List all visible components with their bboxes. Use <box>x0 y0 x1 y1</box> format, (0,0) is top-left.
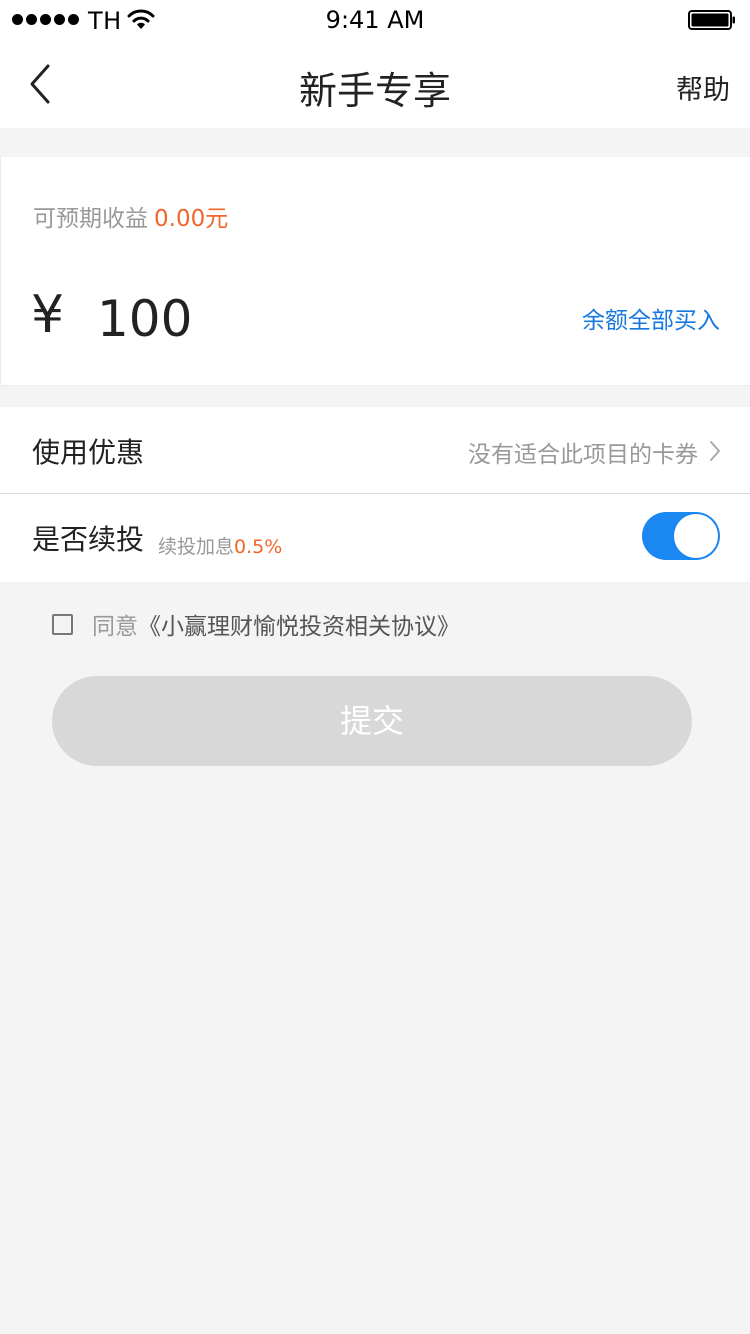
reinvest-row: 是否续投 续投加息0.5% <box>0 494 750 582</box>
status-time: 9:41 AM <box>325 6 425 34</box>
coupon-value: 没有适合此项目的卡券 <box>468 442 698 468</box>
agreement-row: 同意《小赢理财愉悦投资相关协议》 <box>52 607 732 643</box>
toggle-knob <box>674 514 718 558</box>
options-card: 使用优惠 没有适合此项目的卡券 是否续投 续投加息0.5% <box>0 407 750 582</box>
agreement-prefix: 同意 <box>92 614 138 640</box>
reinvest-label: 是否续投 <box>32 523 145 556</box>
currency-symbol: ¥ <box>31 285 65 345</box>
reinvest-bonus-note: 续投加息0.5% <box>158 532 282 559</box>
reinvest-bonus-rate: 0.5% <box>234 536 283 558</box>
reinvest-note-text: 续投加息 <box>158 536 235 558</box>
coupon-label: 使用优惠 <box>32 436 145 469</box>
amount-input[interactable] <box>97 287 457 351</box>
expected-income-value: 0.00元 <box>154 206 229 232</box>
buy-all-balance-button[interactable]: 余额全部买入 <box>582 301 720 335</box>
agreement-text: 同意《小赢理财愉悦投资相关协议》 <box>92 607 460 641</box>
battery-icon <box>688 10 735 30</box>
navigation-bar: 新手专享 帮助 <box>0 40 750 128</box>
help-button[interactable]: 帮助 <box>676 68 730 107</box>
expected-income-row: 可预期收益 0.00元 <box>33 199 228 233</box>
status-bar: TH 9:41 AM <box>0 0 750 40</box>
submit-button[interactable]: 提交 <box>52 676 692 766</box>
reinvest-toggle[interactable] <box>642 512 720 560</box>
expected-income-label: 可预期收益 <box>33 206 148 232</box>
investment-amount-card: 可预期收益0.00元 ¥ 余额全部买入 <box>0 157 750 386</box>
chevron-right-icon <box>710 441 720 461</box>
agreement-document-link[interactable]: 《小赢理财愉悦投资相关协议》 <box>138 614 460 640</box>
agreement-checkbox[interactable] <box>52 614 73 635</box>
coupon-row[interactable]: 使用优惠 没有适合此项目的卡券 <box>0 407 750 493</box>
page-title: 新手专享 <box>298 69 451 113</box>
